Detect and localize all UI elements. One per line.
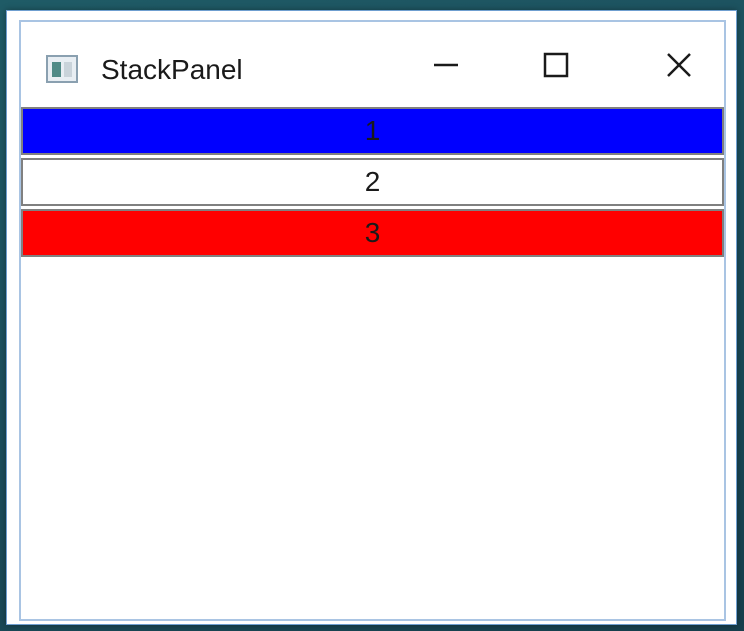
app-icon-pane-right [64,62,72,77]
stack-item-label: 3 [364,217,381,248]
stack-item-label: 1 [364,115,381,146]
close-icon [667,53,691,77]
window-frame: StackPanel 1 2 3 [19,20,726,621]
minimize-icon [434,63,458,67]
window-title: StackPanel [101,54,243,85]
stack-panel: 1 2 3 [21,107,724,260]
app-window-icon[interactable] [46,55,78,83]
stack-item-2[interactable]: 2 [21,158,724,206]
minimize-button[interactable] [411,40,481,90]
close-button[interactable] [644,40,714,90]
maximize-icon [543,52,569,78]
stack-item-label: 2 [364,166,381,197]
stack-item-1[interactable]: 1 [21,107,724,155]
stack-item-3[interactable]: 3 [21,209,724,257]
maximize-button[interactable] [521,40,591,90]
app-window: StackPanel 1 2 3 [6,10,737,625]
app-icon-pane-left [52,62,61,77]
title-bar[interactable]: StackPanel [21,22,724,107]
